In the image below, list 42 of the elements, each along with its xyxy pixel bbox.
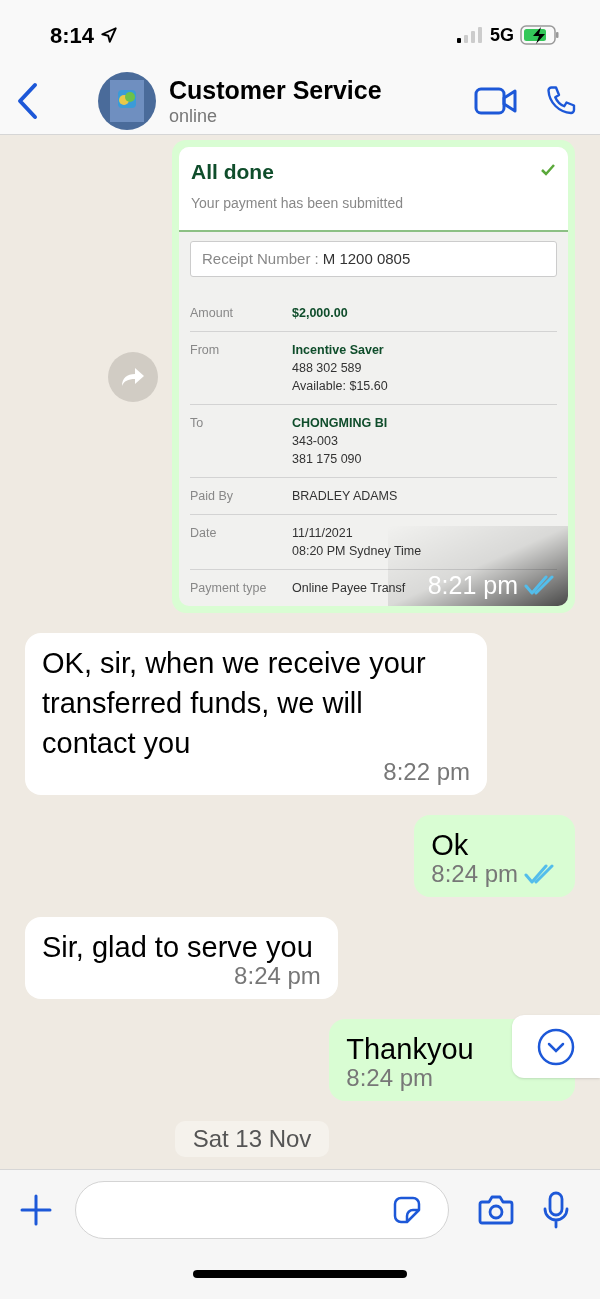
receipt-subtitle: Your payment has been submitted [191,194,404,213]
avatar-icon[interactable] [98,72,156,130]
field-value: 343-003 [292,433,339,450]
field-value: Incentive Saver [292,342,385,359]
field-label: Paid By [190,488,235,505]
date-divider: Sat 13 Nov [174,1121,330,1157]
check-icon [540,163,556,177]
receipt-number-label: Receipt Number : [202,248,319,269]
scroll-down-button[interactable] [512,1015,600,1078]
network-label: 5G [490,23,514,47]
field-label: From [190,342,221,359]
message-time: 8:24 pm [234,962,321,991]
microphone-icon[interactable] [541,1190,571,1229]
field-value: Online Payee Transf [292,580,406,597]
message-text: Thankyou [346,1032,475,1067]
field-label: To [190,415,205,432]
field-value: 08:20 PM Sydney Time [292,543,422,560]
message-text: Sir, glad to serve you [42,930,314,965]
field-label: Payment type [190,580,268,597]
battery-charging-icon [520,24,560,46]
forward-icon [120,365,146,388]
field-value: 488 302 589 [292,360,363,377]
field-label: Amount [190,305,235,322]
receipt-title: All done [191,159,274,185]
field-value: Available: $15.60 [292,378,388,395]
field-value: 11/11/2021 [292,525,354,542]
field-value: $2,000.00 [292,305,348,322]
field-value: BRADLEY ADAMS [292,488,398,505]
contact-status: online [169,105,219,127]
chevron-down-circle-icon [536,1026,576,1067]
contact-name[interactable]: Customer Service [169,75,474,105]
status-time: 8:14 [50,21,95,50]
message-time: 8:24 pm [346,1064,433,1093]
field-value: CHONGMING BI [292,415,388,432]
field-label: Date [190,525,218,542]
location-arrow-icon [100,26,119,44]
receipt-number-value: M 1200 0805 [322,248,411,269]
signal-icon [456,26,484,44]
sticker-icon[interactable] [392,1194,422,1225]
message-time: 8:21 pm [427,570,518,600]
field-value: 381 175 090 [292,451,363,468]
video-call-icon[interactable] [474,86,518,116]
